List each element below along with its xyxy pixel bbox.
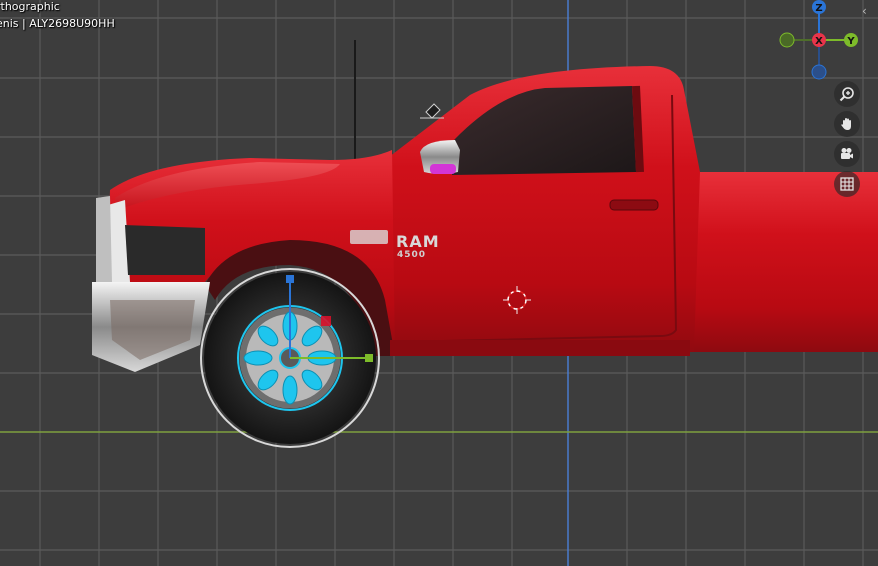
sidebar-toggle-arrow[interactable]: ‹ xyxy=(862,4,867,18)
gizmo-z-label: Z xyxy=(815,3,822,14)
pan-button[interactable] xyxy=(834,111,860,137)
gizmo-y-label: Y xyxy=(846,36,855,47)
truck-model-badge: 4500 xyxy=(397,250,426,260)
light-object-icon[interactable] xyxy=(420,103,444,119)
mirror-accent xyxy=(430,164,456,174)
viewport-scene[interactable]: RAM 4500 xyxy=(0,0,878,566)
grid-ortho-icon xyxy=(840,177,854,191)
b-pillar xyxy=(632,85,644,173)
truck-model[interactable]: RAM 4500 xyxy=(92,40,878,444)
cummins-emblem xyxy=(350,230,388,244)
gizmo-neg-z[interactable] xyxy=(811,64,827,80)
3d-viewport[interactable]: RAM 4500 rthographic enis | ALY2698U90HH… xyxy=(0,0,878,566)
gizmo-x-label: X xyxy=(815,36,823,47)
grille xyxy=(96,196,112,282)
view-mode-label: rthographic xyxy=(0,0,60,13)
front-lamp-housing xyxy=(125,225,205,275)
transform-y-handle-tip[interactable] xyxy=(365,354,373,362)
rocker-panel xyxy=(390,340,690,356)
truck-bed xyxy=(690,172,878,352)
navigation-gizmo[interactable]: Z Y X xyxy=(776,0,876,84)
door-handle[interactable] xyxy=(609,199,659,211)
zoom-button[interactable] xyxy=(834,81,860,107)
zoom-icon xyxy=(839,87,854,102)
transform-z-handle-tip[interactable] xyxy=(286,275,294,283)
truck-badge: RAM xyxy=(396,232,440,251)
pan-hand-icon xyxy=(841,118,851,130)
gizmo-neg-y[interactable] xyxy=(779,32,795,48)
camera-icon xyxy=(841,148,853,159)
ortho-toggle-button[interactable] xyxy=(834,171,860,197)
camera-view-button[interactable] xyxy=(834,141,860,167)
collection-object-label: enis | ALY2698U90HH xyxy=(0,17,115,30)
transform-plane-handle[interactable] xyxy=(321,316,331,326)
